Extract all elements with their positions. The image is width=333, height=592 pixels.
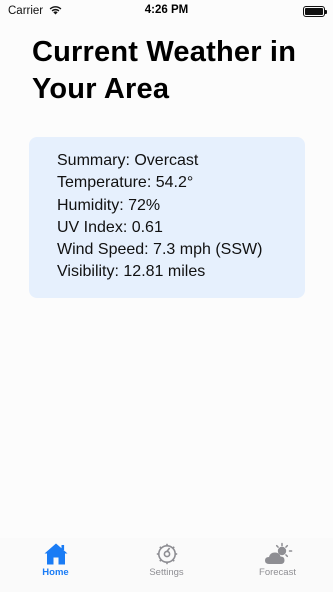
tab-forecast-label: Forecast (259, 567, 296, 578)
tab-home-label: Home (42, 567, 69, 578)
weather-summary: Summary: Overcast (57, 152, 199, 169)
gear-icon (155, 542, 179, 566)
weather-visibility: Visibility: 12.81 miles (57, 263, 206, 281)
weather-humidity: Humidity: 72% (57, 196, 161, 214)
weather-wind-speed: Wind Speed: 7.3 mph (SSW) (57, 241, 263, 259)
battery-icon (303, 5, 327, 17)
weather-uv-index: UV Index: 0.61 (57, 218, 163, 236)
page-title: Current Weather in Your Area (32, 36, 297, 105)
tab-bar: Home Settings Forecast (0, 538, 333, 592)
tab-home[interactable]: Home (11, 542, 101, 578)
tab-settings-label: Settings (149, 567, 184, 578)
weather-temperature: Temperature: 54.2° (57, 174, 194, 192)
status-bar: Carrier 4:26 PM (0, 0, 333, 22)
tab-forecast[interactable]: Forecast (233, 542, 323, 578)
weather-card: Summary: Overcast Temperature: 54.2° Hum… (29, 137, 305, 298)
tab-settings[interactable]: Settings (122, 542, 212, 578)
status-time: 4:26 PM (144, 4, 189, 16)
home-icon (43, 542, 69, 566)
cloud-sun-icon (263, 542, 293, 566)
